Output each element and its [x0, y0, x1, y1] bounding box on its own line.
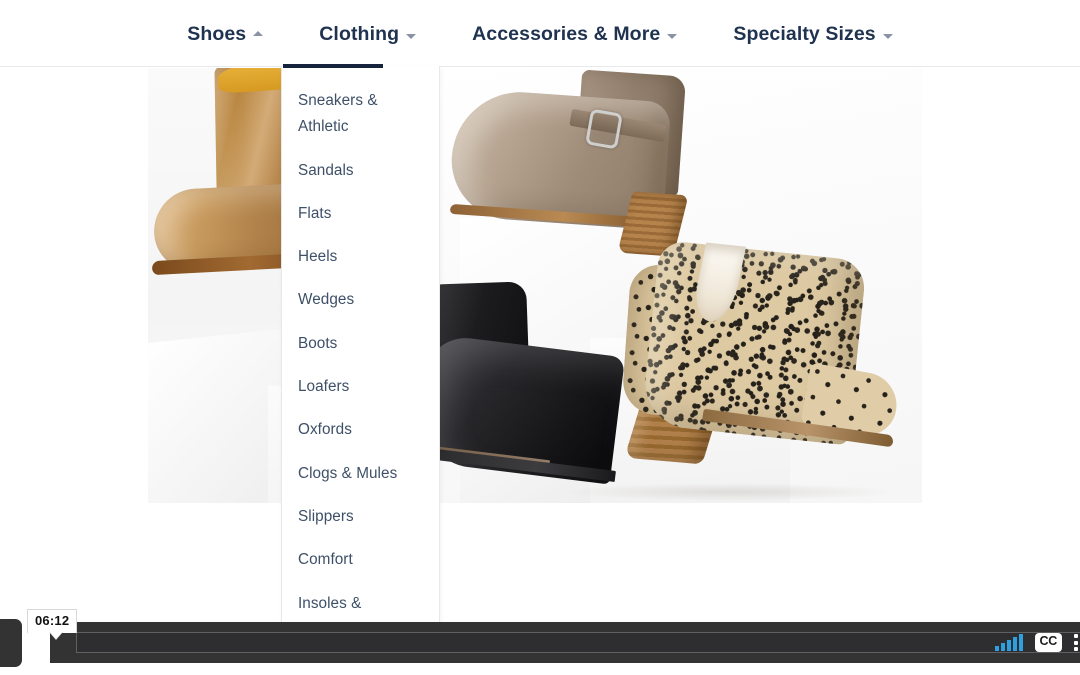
- shoes-dropdown-menu: Sneakers & Athletic Sandals Flats Heels …: [281, 66, 440, 632]
- caret-up-icon: [253, 30, 264, 36]
- dropdown-item-wedges[interactable]: Wedges: [282, 287, 439, 313]
- player-right-controls: CC: [995, 622, 1080, 663]
- dropdown-item-heels[interactable]: Heels: [282, 244, 439, 270]
- dropdown-item-comfort[interactable]: Comfort: [282, 547, 439, 573]
- nav-label-clothing: Clothing: [319, 22, 400, 45]
- dropdown-label: Wedges: [298, 291, 355, 309]
- dropdown-label: Boots: [298, 334, 338, 352]
- nav-item-specialty-sizes[interactable]: Specialty Sizes: [705, 0, 920, 68]
- nav-label-specialty-sizes: Specialty Sizes: [733, 22, 876, 45]
- caret-down-icon: [406, 33, 417, 39]
- nav-item-clothing[interactable]: Clothing: [291, 0, 444, 68]
- dropdown-label: Clogs & Mules: [298, 464, 398, 482]
- dropdown-item-sandals[interactable]: Sandals: [282, 158, 439, 184]
- hero-image-right: [440, 68, 922, 503]
- video-scrubber[interactable]: [76, 632, 1080, 653]
- dropdown-item-boots[interactable]: Boots: [282, 331, 439, 357]
- hero-image-region: [148, 68, 922, 503]
- caret-down-icon: [882, 33, 893, 39]
- nav-active-underline: [283, 64, 383, 68]
- nav-label-shoes: Shoes: [187, 22, 247, 45]
- dropdown-label: Comfort: [298, 551, 353, 569]
- dropdown-item-loafers[interactable]: Loafers: [282, 374, 439, 400]
- nav-item-accessories-and-more[interactable]: Accessories & More: [444, 0, 705, 68]
- dropdown-label: Heels: [298, 248, 338, 266]
- caret-down-icon: [667, 33, 678, 39]
- dropdown-item-clogs-mules[interactable]: Clogs & Mules: [282, 461, 439, 487]
- nav-item-shoes[interactable]: Shoes: [159, 0, 291, 68]
- page-canvas: Shoes Clothing Accessories & More Specia…: [0, 0, 1080, 675]
- dropdown-label: Slippers: [298, 507, 354, 525]
- dropdown-label: Sneakers & Athletic: [298, 92, 378, 136]
- dropdown-label: Oxfords: [298, 421, 352, 439]
- taupe-buckle-bootie-graphic: [447, 69, 710, 263]
- main-navigation: Shoes Clothing Accessories & More Specia…: [0, 0, 1080, 68]
- tooltip-pointer-icon: [49, 631, 63, 639]
- signal-bars-icon[interactable]: [995, 634, 1023, 651]
- play-pause-button[interactable]: [0, 619, 22, 667]
- dropdown-item-flats[interactable]: Flats: [282, 201, 439, 227]
- dropdown-item-sneakers-athletic[interactable]: Sneakers & Athletic: [282, 88, 439, 141]
- dropdown-label: Sandals: [298, 161, 354, 179]
- nav-bottom-hairline: [0, 66, 1080, 67]
- time-tooltip: 06:12: [27, 609, 78, 639]
- dropdown-item-slippers[interactable]: Slippers: [282, 504, 439, 530]
- dropdown-label: Loafers: [298, 378, 350, 396]
- cheetah-print-bootie-graphic: [590, 239, 902, 490]
- time-tooltip-label: 06:12: [27, 609, 78, 634]
- kebab-menu-icon[interactable]: [1074, 634, 1078, 651]
- scrubber-track[interactable]: [76, 632, 1080, 653]
- dropdown-list: Sneakers & Athletic Sandals Flats Heels …: [282, 66, 439, 632]
- nav-label-accessories: Accessories & More: [472, 22, 661, 45]
- dropdown-label: Flats: [298, 204, 332, 222]
- dropdown-item-oxfords[interactable]: Oxfords: [282, 417, 439, 443]
- closed-captions-button[interactable]: CC: [1034, 633, 1062, 652]
